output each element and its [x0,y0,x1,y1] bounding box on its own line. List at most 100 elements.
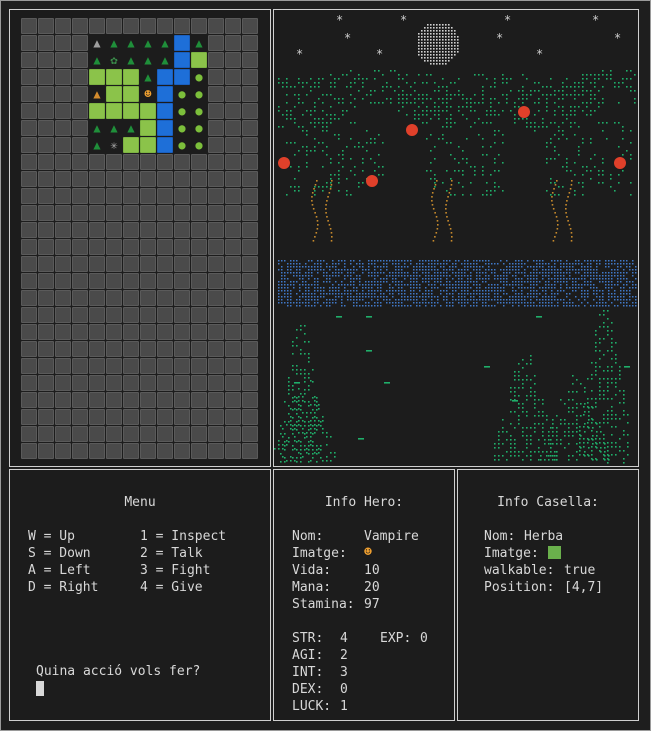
star-icon: * [592,13,599,27]
canopy-dot [298,170,300,172]
plant-dot [304,433,306,435]
canopy-dot [374,78,376,80]
river-dot [482,266,484,268]
text-cursor[interactable] [36,681,44,696]
river-dot [416,278,418,280]
canopy-dot [334,114,336,116]
river-dot [614,269,616,271]
river-dot [482,296,484,298]
river-dot [416,296,418,298]
canopy-dot [290,142,292,144]
river-dot [284,302,286,304]
canopy-dot [378,166,380,168]
canopy-dot [294,94,296,96]
canopy-dot [474,166,476,168]
canopy-dot [434,114,436,116]
canopy-dot [470,98,472,100]
map-tile-wall [72,256,88,272]
canopy-dot [294,118,296,120]
river-dot [419,284,421,286]
canopy-dot [278,78,280,80]
river-dot [470,263,472,265]
canopy-dot [330,74,332,76]
moon-dot [451,27,453,29]
river-dot [374,263,376,265]
river-dot [356,290,358,292]
river-dot [557,272,559,274]
map-tile-wall [225,409,241,425]
canopy-dot [326,94,328,96]
canopy-dot [346,194,348,196]
canopy-dot [482,174,484,176]
plant-dot [292,433,294,435]
plant-dot [514,391,516,393]
map-tile-tree [123,35,139,51]
canopy-dot [362,162,364,164]
canopy-dot [550,142,552,144]
plant-dot [568,427,570,429]
canopy-dot [454,82,456,84]
river-dot [401,299,403,301]
river-dot [335,272,337,274]
moon-dot [424,36,426,38]
river-dot [419,275,421,277]
canopy-dot [342,74,344,76]
river-dot [554,296,556,298]
map-tile-wall [21,137,37,153]
moon-dot [430,57,432,59]
plant-dot [300,393,302,395]
map-tile-wall [38,341,54,357]
plant-dot [584,423,586,425]
canopy-dot [466,118,468,120]
plant-dot [314,424,316,426]
river-dot [416,302,418,304]
river-dot [488,296,490,298]
plant-dot [619,450,621,452]
river-dot [377,275,379,277]
canopy-dot [350,170,352,172]
river-dot [461,287,463,289]
moon-dot [451,57,453,59]
map-tile-wall [225,188,241,204]
canopy-dot [450,106,452,108]
canopy-dot [506,82,508,84]
map-tile-wall [174,307,190,323]
map-tile-wall [106,426,122,442]
river-dot [392,305,394,307]
river-dot [410,293,412,295]
river-dot [578,272,580,274]
river-dot [299,290,301,292]
canopy-dot [562,166,564,168]
river-dot [569,278,571,280]
plant-dot [595,346,597,348]
river-dot [581,263,583,265]
plant-dot [542,427,544,429]
canopy-dot [422,82,424,84]
map-tile-wall [208,18,224,34]
plant-dot [494,459,496,461]
plant-dot [572,375,574,377]
river-dot [374,275,376,277]
river-dot [476,263,478,265]
plant-dot [611,406,613,408]
river-dot [446,296,448,298]
river-dot [563,299,565,301]
canopy-dot [294,142,296,144]
river-dot [416,281,418,283]
plant-dot [538,423,540,425]
canopy-dot [346,74,348,76]
river-dot [428,272,430,274]
river-dot [449,281,451,283]
canopy-dot [502,190,504,192]
map-tile-grass [89,103,105,119]
plant-dot [290,420,292,422]
canopy-dot [338,170,340,172]
map-tile-wall [55,324,71,340]
river-dot [527,287,529,289]
grass-dash [366,316,372,318]
river-dot [584,281,586,283]
plant-dot [286,444,288,446]
river-dot [524,263,526,265]
river-dot [416,299,418,301]
river-dot [590,269,592,271]
